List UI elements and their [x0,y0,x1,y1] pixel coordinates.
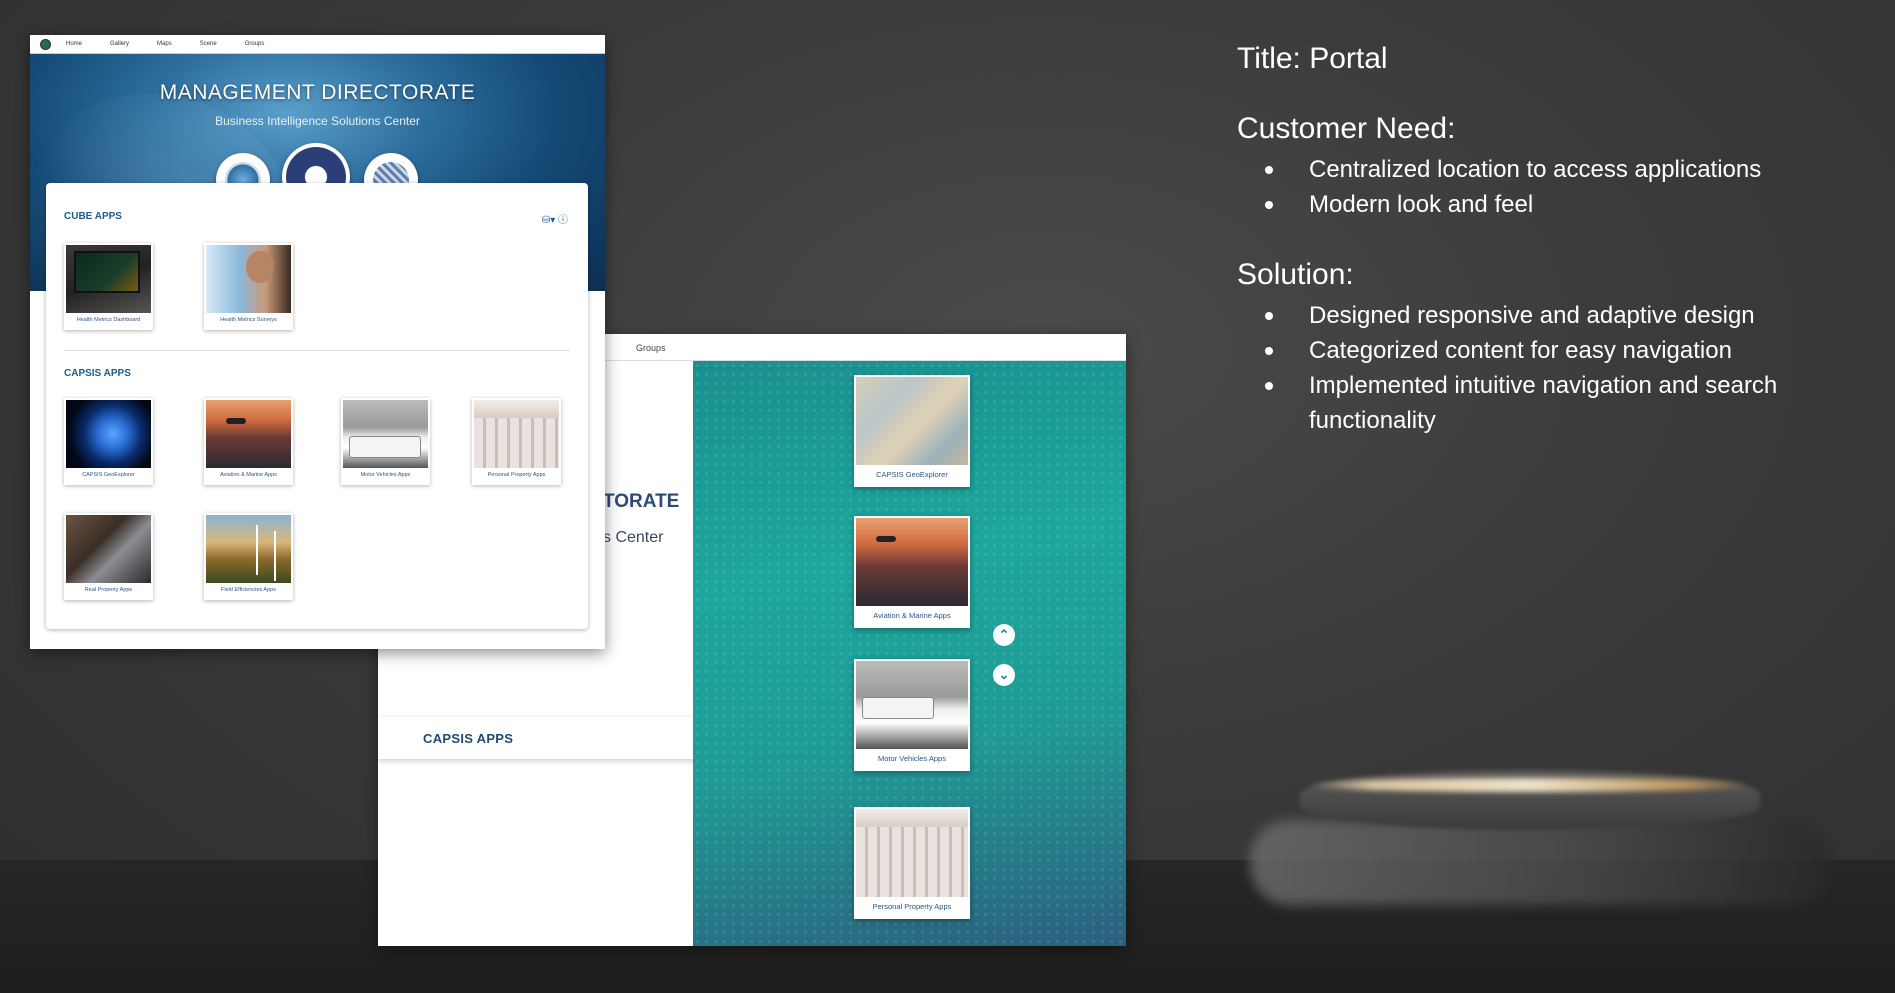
customer-need-heading: Customer Need: [1237,112,1456,145]
info-title: Title: Portal [1237,42,1388,75]
page-title: MANAGEMENT DIRECTORATE [159,81,476,104]
apps-panel: CUBE APPS ⛁▾ ⓘ Health Metrics Dashboard … [46,183,588,629]
app-card-capsis-geoexplorer[interactable]: CAPSIS GeoExplorer [854,375,970,487]
solution-heading: Solution: [1237,258,1354,291]
capsis-apps-title: CAPSIS APPS [64,368,131,379]
chevron-up-icon: ⌃ [998,627,1010,642]
scroll-up-button[interactable]: ⌃ [993,624,1015,646]
vehicles-thumbnail [856,661,968,749]
nav-maps-link[interactable]: Maps [157,41,172,47]
globe-thumbnail [66,400,151,468]
app-card-label: Aviation & Marine Apps [220,472,277,478]
back-subtitle-fragment: s Center [603,529,664,546]
customer-need-list: Centralized location to access applicati… [1237,152,1857,222]
section-divider [64,350,570,351]
app-card-label: Motor Vehicles Apps [360,472,411,478]
portal-window-desktop-view: Home Gallery Maps Scene Groups MANAGEMEN… [30,35,605,649]
site-logo-icon[interactable] [40,38,51,50]
woman-thumbnail [206,245,291,313]
app-card-label: Health Metrics Dashboard [76,317,141,323]
app-card-label: Real Property Apps [84,587,133,593]
map-thumbnail [856,377,968,465]
app-card-label: CAPSIS GeoExplorer [876,470,948,479]
building-thumbnail [856,809,968,897]
app-card-real-property[interactable]: Real Property Apps [64,513,153,600]
need-item: Centralized location to access applicati… [1237,152,1857,187]
helicopter-thumbnail [206,400,291,468]
app-card-motor-vehicles[interactable]: Motor Vehicles Apps [341,398,430,485]
app-card-label: Health Metrics Surveys [220,317,277,323]
app-card-field-efficiencies[interactable]: Field Efficiencies Apps [204,513,293,600]
app-card-motor-vehicles[interactable]: Motor Vehicles Apps [854,659,970,771]
need-item: Modern look and feel [1237,187,1857,222]
app-card-health-metrics-dashboard[interactable]: Health Metrics Dashboard [64,243,153,330]
chevron-down-icon: ⌄ [998,667,1010,682]
app-card-aviation-marine[interactable]: Aviation & Marine Apps [204,398,293,485]
back-title-fragment: TORATE [603,491,680,512]
building-thumbnail [474,400,559,468]
app-card-capsis-geoexplorer[interactable]: CAPSIS GeoExplorer [64,398,153,485]
app-card-label: Motor Vehicles Apps [878,754,946,763]
nav-groups-link[interactable]: Groups [245,41,265,47]
helicopter-thumbnail [856,518,968,606]
panel-tools[interactable]: ⛁▾ ⓘ [542,211,568,226]
nav-groups-link[interactable]: Groups [636,343,666,353]
cube-apps-title: CUBE APPS [64,211,122,222]
info-panel: Title: Portal Customer Need: Centralized… [1237,42,1857,474]
scroll-down-button[interactable]: ⌄ [993,664,1015,686]
teal-app-carousel: CAPSIS GeoExplorer Aviation & Marine App… [693,361,1126,946]
solution-list: Designed responsive and adaptive design … [1237,298,1857,438]
pedestal-glow [1305,778,1755,792]
app-card-label: Aviation & Marine Apps [873,611,951,620]
desk-laptop-thumbnail [66,515,151,583]
page-subtitle: Business Intelligence Solutions Center [215,114,420,128]
solution-item: Implemented intuitive navigation and sea… [1237,368,1857,438]
wind-turbine-thumbnail [206,515,291,583]
solution-item: Designed responsive and adaptive design [1237,298,1857,333]
app-card-health-metrics-surveys[interactable]: Health Metrics Surveys [204,243,293,330]
nav-home-link[interactable]: Home [66,41,82,47]
nav-scene-link[interactable]: Scene [200,41,217,47]
app-card-personal-property[interactable]: Personal Property Apps [472,398,561,485]
capsis-apps-label: CAPSIS APPS [423,730,514,746]
solution-item: Categorized content for easy navigation [1237,333,1857,368]
app-card-personal-property[interactable]: Personal Property Apps [854,807,970,919]
app-card-label: Field Efficiencies Apps [221,587,276,593]
lock-and-help-icons[interactable]: ⛁▾ ⓘ [542,215,568,226]
pedestal-base [1250,820,1830,905]
nav-gallery-link[interactable]: Gallery [110,41,129,47]
app-card-label: CAPSIS GeoExplorer [82,472,135,478]
app-card-label: Personal Property Apps [487,472,546,478]
app-card-aviation-marine[interactable]: Aviation & Marine Apps [854,516,970,628]
laptop-thumbnail [66,245,151,313]
app-card-label: Personal Property Apps [872,902,952,911]
top-nav-bar: Home Gallery Maps Scene Groups [30,35,605,54]
vehicles-thumbnail [343,400,428,468]
